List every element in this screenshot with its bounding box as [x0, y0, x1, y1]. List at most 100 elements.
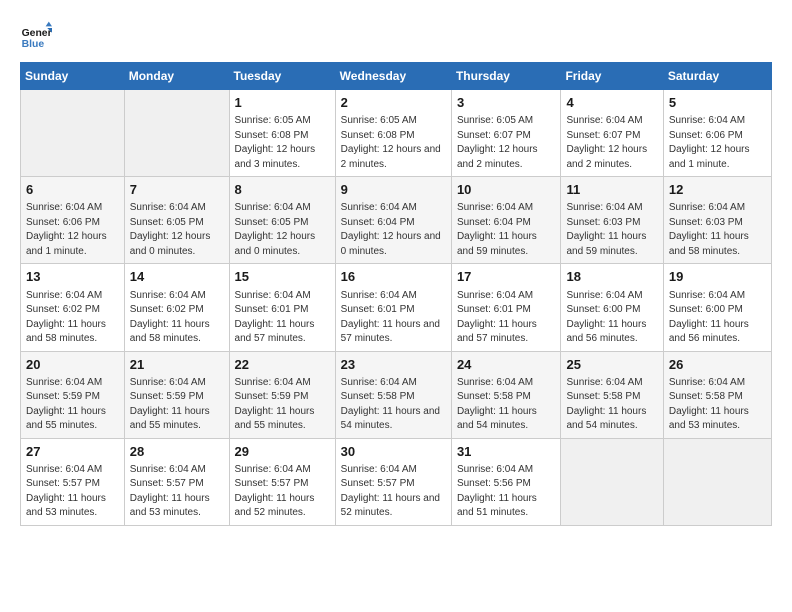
- calendar-cell: 28Sunrise: 6:04 AM Sunset: 5:57 PM Dayli…: [124, 438, 229, 525]
- calendar-cell: [561, 438, 663, 525]
- day-info: Sunrise: 6:04 AM Sunset: 5:59 PM Dayligh…: [26, 376, 119, 434]
- day-info: Sunrise: 6:05 AM Sunset: 6:07 PM Dayligh…: [457, 114, 556, 172]
- day-info: Sunrise: 6:04 AM Sunset: 6:00 PM Dayligh…: [566, 289, 657, 347]
- calendar-cell: 12 Sunrise: 6:04 AM Sunset: 6:03 PM Dayli…: [663, 177, 771, 264]
- calendar-cell: 21Sunrise: 6:04 AM Sunset: 5:59 PM Dayli…: [124, 351, 229, 438]
- calendar-cell: 26Sunrise: 6:04 AM Sunset: 5:58 PM Dayli…: [663, 351, 771, 438]
- day-number: 11: [566, 181, 657, 199]
- day-number: 30: [341, 443, 446, 461]
- calendar-cell: 1 Sunrise: 6:05 AM Sunset: 6:08 PM Daylig…: [229, 90, 335, 177]
- day-info: Sunrise: 6:04 AM Sunset: 5:57 PM Dayligh…: [26, 463, 119, 521]
- day-number: 17: [457, 268, 556, 286]
- svg-text:General: General: [22, 28, 52, 39]
- day-number: 14: [130, 268, 224, 286]
- day-number: 24: [457, 356, 556, 374]
- day-info: Sunrise: 6:04 AM Sunset: 5:58 PM Dayligh…: [341, 376, 446, 434]
- day-info: Sunrise: 6:04 AM Sunset: 6:03 PM Dayligh…: [566, 201, 657, 259]
- day-info: Sunrise: 6:04 AM Sunset: 5:58 PM Dayligh…: [669, 376, 766, 434]
- calendar-week-row: 27 Sunrise: 6:04 AM Sunset: 5:57 PM Dayli…: [21, 438, 772, 525]
- day-number: 19: [669, 268, 766, 286]
- day-info: Sunrise: 6:04 AM Sunset: 5:57 PM Dayligh…: [341, 463, 446, 521]
- day-number: 2: [341, 94, 446, 112]
- calendar-week-row: 6 Sunrise: 6:04 AM Sunset: 6:06 PM Daylig…: [21, 177, 772, 264]
- day-number: 25: [566, 356, 657, 374]
- calendar-cell: 25 Sunrise: 6:04 AM Sunset: 5:58 PM Dayli…: [561, 351, 663, 438]
- day-number: 1: [235, 94, 330, 112]
- day-info: Sunrise: 6:04 AM Sunset: 6:05 PM Dayligh…: [130, 201, 224, 259]
- calendar-week-row: 13 Sunrise: 6:04 AM Sunset: 6:02 PM Dayli…: [21, 264, 772, 351]
- calendar-cell: 27 Sunrise: 6:04 AM Sunset: 5:57 PM Dayli…: [21, 438, 125, 525]
- day-info: Sunrise: 6:04 AM Sunset: 6:04 PM Dayligh…: [341, 201, 446, 259]
- day-number: 7: [130, 181, 224, 199]
- day-info: Sunrise: 6:04 AM Sunset: 6:07 PM Dayligh…: [566, 114, 657, 172]
- day-info: Sunrise: 6:05 AM Sunset: 6:08 PM Dayligh…: [235, 114, 330, 172]
- calendar-week-row: 1 Sunrise: 6:05 AM Sunset: 6:08 PM Daylig…: [21, 90, 772, 177]
- day-number: 9: [341, 181, 446, 199]
- logo: General Blue: [20, 20, 52, 52]
- calendar-cell: [663, 438, 771, 525]
- logo-icon: General Blue: [20, 20, 52, 52]
- day-number: 13: [26, 268, 119, 286]
- day-info: Sunrise: 6:04 AM Sunset: 5:58 PM Dayligh…: [566, 376, 657, 434]
- day-info: Sunrise: 6:04 AM Sunset: 6:00 PM Dayligh…: [669, 289, 766, 347]
- weekday-header: Monday: [124, 63, 229, 90]
- calendar-cell: 13 Sunrise: 6:04 AM Sunset: 6:02 PM Dayli…: [21, 264, 125, 351]
- day-info: Sunrise: 6:04 AM Sunset: 6:03 PM Dayligh…: [669, 201, 766, 259]
- calendar-cell: 31Sunrise: 6:04 AM Sunset: 5:56 PM Dayli…: [451, 438, 561, 525]
- day-number: 10: [457, 181, 556, 199]
- day-info: Sunrise: 6:04 AM Sunset: 5:59 PM Dayligh…: [235, 376, 330, 434]
- calendar-cell: 11 Sunrise: 6:04 AM Sunset: 6:03 PM Dayli…: [561, 177, 663, 264]
- day-number: 5: [669, 94, 766, 112]
- day-number: 21: [130, 356, 224, 374]
- calendar-cell: 8 Sunrise: 6:04 AM Sunset: 6:05 PM Daylig…: [229, 177, 335, 264]
- weekday-header: Wednesday: [335, 63, 451, 90]
- calendar-header: SundayMondayTuesdayWednesdayThursdayFrid…: [21, 63, 772, 90]
- day-info: Sunrise: 6:04 AM Sunset: 6:05 PM Dayligh…: [235, 201, 330, 259]
- calendar-cell: 2 Sunrise: 6:05 AM Sunset: 6:08 PM Daylig…: [335, 90, 451, 177]
- day-number: 27: [26, 443, 119, 461]
- day-number: 8: [235, 181, 330, 199]
- calendar-cell: 4 Sunrise: 6:04 AM Sunset: 6:07 PM Daylig…: [561, 90, 663, 177]
- day-info: Sunrise: 6:04 AM Sunset: 6:06 PM Dayligh…: [669, 114, 766, 172]
- day-info: Sunrise: 6:04 AM Sunset: 6:01 PM Dayligh…: [235, 289, 330, 347]
- weekday-header: Saturday: [663, 63, 771, 90]
- calendar-cell: 5 Sunrise: 6:04 AM Sunset: 6:06 PM Daylig…: [663, 90, 771, 177]
- day-info: Sunrise: 6:04 AM Sunset: 6:02 PM Dayligh…: [26, 289, 119, 347]
- weekday-header: Thursday: [451, 63, 561, 90]
- day-number: 3: [457, 94, 556, 112]
- day-info: Sunrise: 6:04 AM Sunset: 6:01 PM Dayligh…: [457, 289, 556, 347]
- day-number: 6: [26, 181, 119, 199]
- calendar-cell: 7 Sunrise: 6:04 AM Sunset: 6:05 PM Daylig…: [124, 177, 229, 264]
- calendar-cell: [21, 90, 125, 177]
- calendar-cell: 19 Sunrise: 6:04 AM Sunset: 6:00 PM Dayli…: [663, 264, 771, 351]
- calendar-cell: 18Sunrise: 6:04 AM Sunset: 6:00 PM Dayli…: [561, 264, 663, 351]
- calendar-week-row: 20 Sunrise: 6:04 AM Sunset: 5:59 PM Dayli…: [21, 351, 772, 438]
- calendar-cell: [124, 90, 229, 177]
- calendar-body: 1 Sunrise: 6:05 AM Sunset: 6:08 PM Daylig…: [21, 90, 772, 526]
- day-info: Sunrise: 6:04 AM Sunset: 5:58 PM Dayligh…: [457, 376, 556, 434]
- calendar-cell: 20 Sunrise: 6:04 AM Sunset: 5:59 PM Dayli…: [21, 351, 125, 438]
- calendar-cell: 15Sunrise: 6:04 AM Sunset: 6:01 PM Dayli…: [229, 264, 335, 351]
- calendar-cell: 14Sunrise: 6:04 AM Sunset: 6:02 PM Dayli…: [124, 264, 229, 351]
- day-number: 23: [341, 356, 446, 374]
- day-info: Sunrise: 6:04 AM Sunset: 6:01 PM Dayligh…: [341, 289, 446, 347]
- day-info: Sunrise: 6:05 AM Sunset: 6:08 PM Dayligh…: [341, 114, 446, 172]
- calendar-cell: 9 Sunrise: 6:04 AM Sunset: 6:04 PM Daylig…: [335, 177, 451, 264]
- page-header: General Blue: [20, 20, 772, 52]
- day-info: Sunrise: 6:04 AM Sunset: 6:04 PM Dayligh…: [457, 201, 556, 259]
- day-number: 4: [566, 94, 657, 112]
- calendar-cell: 24 Sunrise: 6:04 AM Sunset: 5:58 PM Dayli…: [451, 351, 561, 438]
- day-number: 28: [130, 443, 224, 461]
- day-info: Sunrise: 6:04 AM Sunset: 5:57 PM Dayligh…: [235, 463, 330, 521]
- day-number: 29: [235, 443, 330, 461]
- weekday-header: Tuesday: [229, 63, 335, 90]
- day-number: 20: [26, 356, 119, 374]
- calendar-cell: 29 Sunrise: 6:04 AM Sunset: 5:57 PM Dayli…: [229, 438, 335, 525]
- calendar-cell: 30 Sunrise: 6:04 AM Sunset: 5:57 PM Dayli…: [335, 438, 451, 525]
- calendar-cell: 23 Sunrise: 6:04 AM Sunset: 5:58 PM Dayli…: [335, 351, 451, 438]
- day-number: 12: [669, 181, 766, 199]
- svg-text:Blue: Blue: [22, 39, 45, 50]
- day-number: 16: [341, 268, 446, 286]
- day-info: Sunrise: 6:04 AM Sunset: 6:06 PM Dayligh…: [26, 201, 119, 259]
- calendar-cell: 6 Sunrise: 6:04 AM Sunset: 6:06 PM Daylig…: [21, 177, 125, 264]
